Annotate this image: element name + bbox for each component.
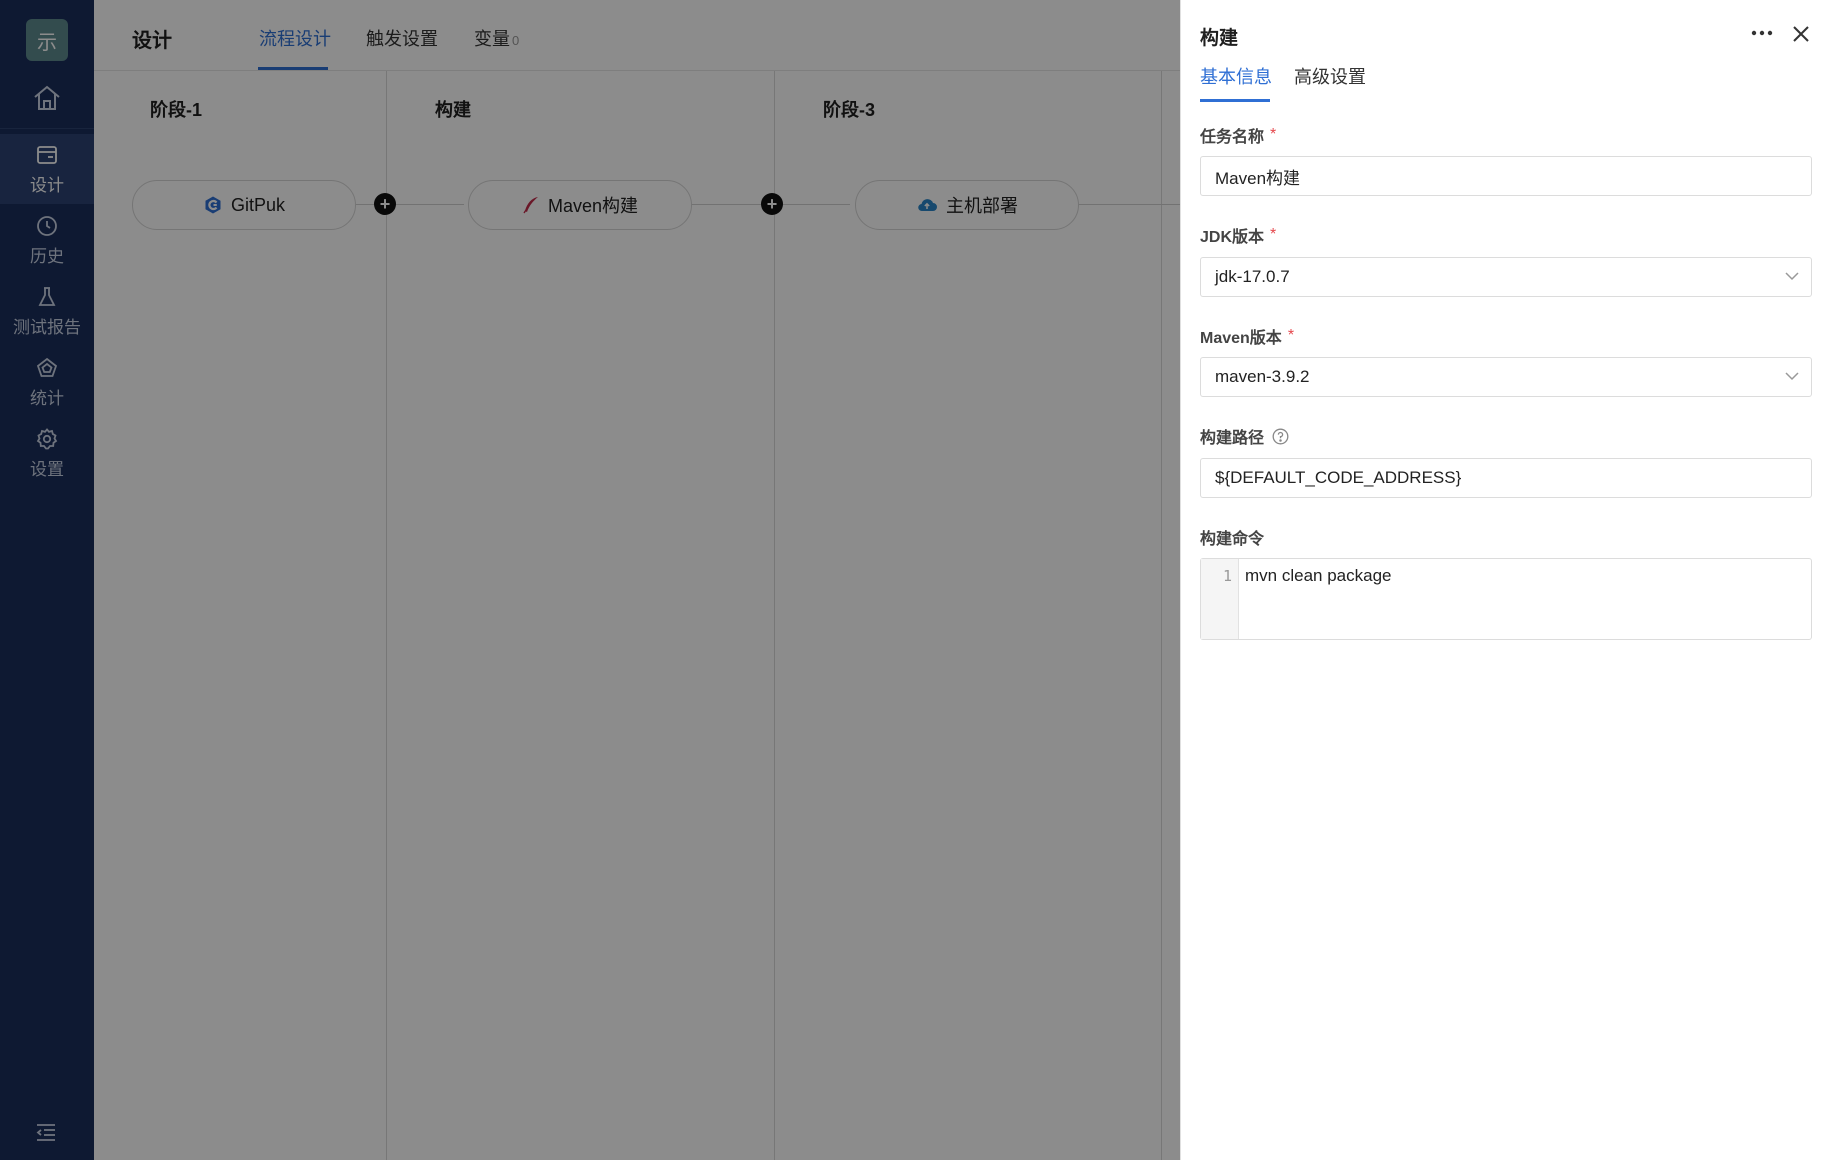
sidebar-item-design[interactable]: 设计 — [0, 134, 94, 204]
required-asterisk: * — [1270, 226, 1277, 243]
history-clock-icon — [37, 215, 57, 236]
field-label-text: 任务名称 — [1200, 129, 1265, 146]
plus-icon: + — [766, 194, 778, 214]
task-config-drawer: 构建 基本信息 高级设置 任务名称 * Maven构建 JDK版本 * jdk-17… — [1180, 0, 1830, 1160]
sidebar-item-stats[interactable]: 统计 — [0, 347, 94, 417]
maven-version-label: Maven版本 * — [1200, 324, 1294, 348]
build-path-value: ${DEFAULT_CODE_ADDRESS} — [1215, 468, 1462, 487]
more-options-button[interactable] — [1748, 21, 1776, 45]
build-command-code: mvn clean package — [1245, 566, 1392, 585]
chevron-down-icon — [1785, 372, 1799, 381]
collapse-menu-icon — [36, 1124, 55, 1141]
chevron-down-icon — [1785, 272, 1799, 281]
stage-title[interactable]: 阶段-3 — [823, 96, 875, 122]
plus-icon: + — [379, 194, 391, 214]
page-title: 设计 — [132, 30, 172, 52]
task-node-label: GitPuk — [230, 194, 286, 215]
home-icon — [34, 85, 60, 110]
stage-title[interactable]: 构建 — [435, 96, 471, 122]
sidebar-item-label: 设计 — [30, 175, 64, 195]
build-command-editor[interactable]: 1 mvn clean package — [1200, 558, 1812, 640]
test-flask-icon — [38, 286, 56, 306]
maven-feather-icon — [523, 197, 538, 214]
stage-column — [387, 71, 775, 1160]
pipeline-design-area: 设计 流程设计 触发设置 变量 0 阶段-1 构建 阶段-3 GitPuk + M… — [94, 0, 1180, 1160]
task-name-value: Maven构建 — [1215, 168, 1301, 188]
field-label-text: Maven版本 — [1200, 330, 1282, 347]
task-node-maven[interactable]: Maven构建 — [468, 180, 692, 230]
drawer-title: 构建 — [1200, 28, 1239, 49]
task-name-label: 任务名称 * — [1200, 123, 1276, 147]
maven-version-select[interactable]: maven-3.9.2 — [1200, 357, 1812, 397]
build-command-label: 构建命令 — [1200, 525, 1264, 549]
jdk-version-label: JDK版本 * — [1200, 223, 1276, 247]
home-button[interactable] — [0, 74, 94, 122]
sidebar-item-test-report[interactable]: 测试报告 — [0, 276, 94, 346]
sidebar-item-label: 统计 — [30, 388, 64, 408]
design-header: 设计 流程设计 触发设置 变量 0 — [94, 0, 1180, 71]
pipeline-connector — [354, 204, 464, 205]
cloud-deploy-icon — [918, 199, 937, 212]
tab-trigger-settings[interactable]: 触发设置 — [366, 25, 438, 51]
app-logo[interactable]: 示 — [26, 19, 68, 61]
sidebar: 示 设计 历史 测试报告 统计 设置 — [0, 0, 94, 1160]
field-label-text: 构建路径 — [1200, 430, 1265, 447]
build-path-label: 构建路径 — [1200, 424, 1289, 448]
jdk-version-select[interactable]: jdk-17.0.7 — [1200, 257, 1812, 297]
field-label-text: JDK版本 — [1200, 229, 1265, 246]
field-label-text: 构建命令 — [1200, 531, 1265, 548]
stage-column — [775, 71, 1162, 1160]
nav-divider — [0, 128, 94, 129]
jdk-version-value: jdk-17.0.7 — [1215, 267, 1290, 286]
required-asterisk: * — [1287, 327, 1295, 344]
tab-basic-info[interactable]: 基本信息 — [1200, 63, 1272, 89]
active-tab-indicator — [258, 67, 328, 70]
task-name-input[interactable]: Maven构建 — [1200, 156, 1812, 196]
close-icon — [1793, 26, 1809, 42]
task-node-host-deploy[interactable]: 主机部署 — [855, 180, 1079, 230]
maven-version-value: maven-3.9.2 — [1215, 367, 1310, 386]
more-dots-icon — [1751, 30, 1773, 36]
stage-column — [94, 71, 387, 1160]
pipeline-connector — [1078, 204, 1180, 205]
sidebar-item-label: 测试报告 — [13, 317, 81, 337]
design-icon — [37, 145, 57, 164]
tab-variables[interactable]: 变量 0 — [474, 25, 519, 51]
sidebar-item-settings[interactable]: 设置 — [0, 418, 94, 488]
collapse-sidebar-button[interactable] — [34, 1120, 58, 1149]
settings-gear-icon — [36, 427, 58, 449]
close-drawer-button[interactable] — [1788, 21, 1814, 47]
stats-icon — [36, 357, 58, 377]
tab-flow-design[interactable]: 流程设计 — [259, 25, 331, 51]
task-node-label: Maven构建 — [547, 196, 639, 216]
line-number-gutter: 1 — [1201, 559, 1239, 639]
sidebar-item-label: 历史 — [30, 246, 64, 266]
required-asterisk: * — [1270, 126, 1277, 143]
add-stage-button[interactable]: + — [374, 193, 396, 215]
task-node-gitpuk[interactable]: GitPuk — [132, 180, 356, 230]
tab-advanced-settings[interactable]: 高级设置 — [1294, 63, 1366, 89]
sidebar-item-history[interactable]: 历史 — [0, 205, 94, 275]
drawer-active-tab-indicator — [1200, 99, 1270, 102]
add-stage-button[interactable]: + — [761, 193, 783, 215]
stage-title[interactable]: 阶段-1 — [150, 96, 202, 122]
sidebar-item-label: 设置 — [30, 459, 64, 479]
tab-variables-label: 变量 — [474, 29, 510, 49]
gitpuk-icon — [205, 196, 221, 214]
task-node-label: 主机部署 — [946, 196, 1018, 216]
variables-count: 0 — [512, 33, 520, 48]
help-circle-icon[interactable] — [1272, 428, 1289, 445]
build-path-input[interactable]: ${DEFAULT_CODE_ADDRESS} — [1200, 458, 1812, 498]
